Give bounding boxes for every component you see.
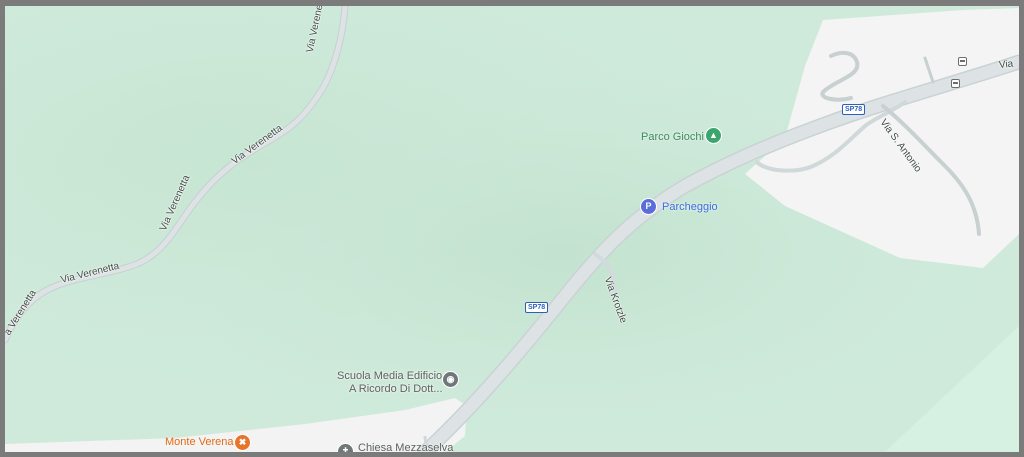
poi-label-parcheggio[interactable]: Parcheggio [662,201,718,214]
route-shield-sp78-lower: SP78 [525,302,549,313]
poi-label-monte-verena[interactable]: Monte Verena [165,436,234,449]
bus-stop-icon[interactable] [951,79,960,88]
bus-stop-icon[interactable] [958,57,967,66]
map-layer [5,6,1019,452]
street-label-via-partial: Via [998,58,1014,71]
tree-icon[interactable]: ▲ [706,128,721,143]
restaurant-icon[interactable]: ✖ [235,435,250,450]
map-frame: Via Verenetta Via Verenetta Via Verenett… [0,0,1024,457]
poi-label-chiesa[interactable]: Chiesa Mezzaselva [358,442,453,452]
poi-label-scuola-line1[interactable]: Scuola Media Edificio [337,370,442,383]
parking-icon[interactable]: P [641,199,656,214]
route-shield-sp78-upper: SP78 [842,104,866,115]
poi-label-parco-giochi[interactable]: Parco Giochi [641,131,704,144]
school-icon[interactable]: ◉ [443,372,458,387]
map-canvas[interactable]: Via Verenetta Via Verenetta Via Verenett… [5,6,1019,452]
poi-label-scuola-line2[interactable]: A Ricordo Di Dott... [349,383,443,396]
church-icon[interactable]: ✝ [338,444,353,452]
